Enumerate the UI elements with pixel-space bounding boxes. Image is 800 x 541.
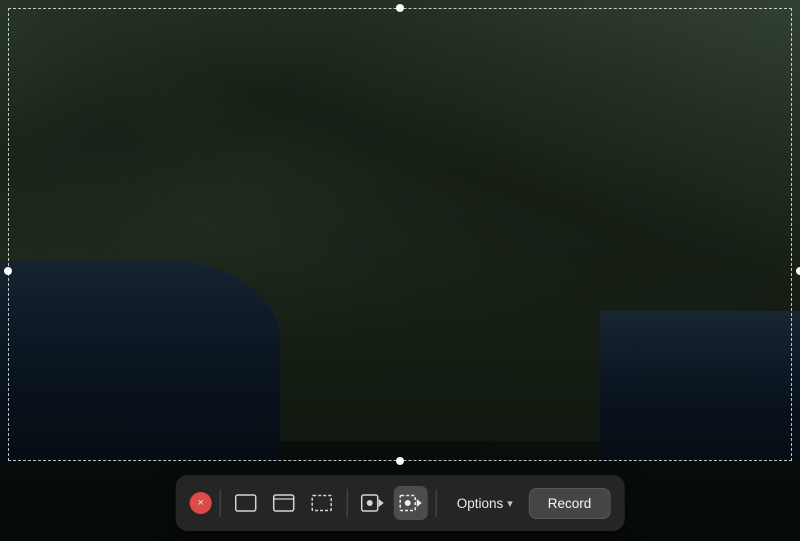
record-label: Record bbox=[548, 496, 592, 511]
record-full-button[interactable] bbox=[356, 486, 390, 520]
divider-1 bbox=[220, 489, 221, 517]
handle-top[interactable] bbox=[396, 4, 404, 12]
handle-right[interactable] bbox=[796, 267, 800, 275]
record-button[interactable]: Record bbox=[529, 488, 611, 519]
toolbar: × bbox=[176, 475, 625, 531]
screenshot-window-button[interactable] bbox=[267, 486, 301, 520]
divider-2 bbox=[347, 489, 348, 517]
screenshot-window-icon bbox=[273, 494, 295, 512]
handle-bottom[interactable] bbox=[396, 457, 404, 465]
options-label: Options bbox=[457, 496, 504, 511]
screenshot-selection-button[interactable] bbox=[305, 486, 339, 520]
screenshot-full-icon bbox=[235, 494, 257, 512]
record-selection-button[interactable] bbox=[394, 486, 428, 520]
record-full-icon bbox=[361, 494, 385, 512]
close-icon: × bbox=[197, 497, 203, 509]
main-screen: × bbox=[0, 0, 800, 541]
handle-left[interactable] bbox=[4, 267, 12, 275]
divider-3 bbox=[436, 489, 437, 517]
screenshot-selection-icon bbox=[311, 494, 333, 512]
options-button[interactable]: Options ▾ bbox=[445, 490, 525, 517]
record-selection-icon bbox=[399, 494, 423, 512]
chevron-down-icon: ▾ bbox=[507, 497, 513, 510]
close-button[interactable]: × bbox=[190, 492, 212, 514]
screenshot-full-button[interactable] bbox=[229, 486, 263, 520]
